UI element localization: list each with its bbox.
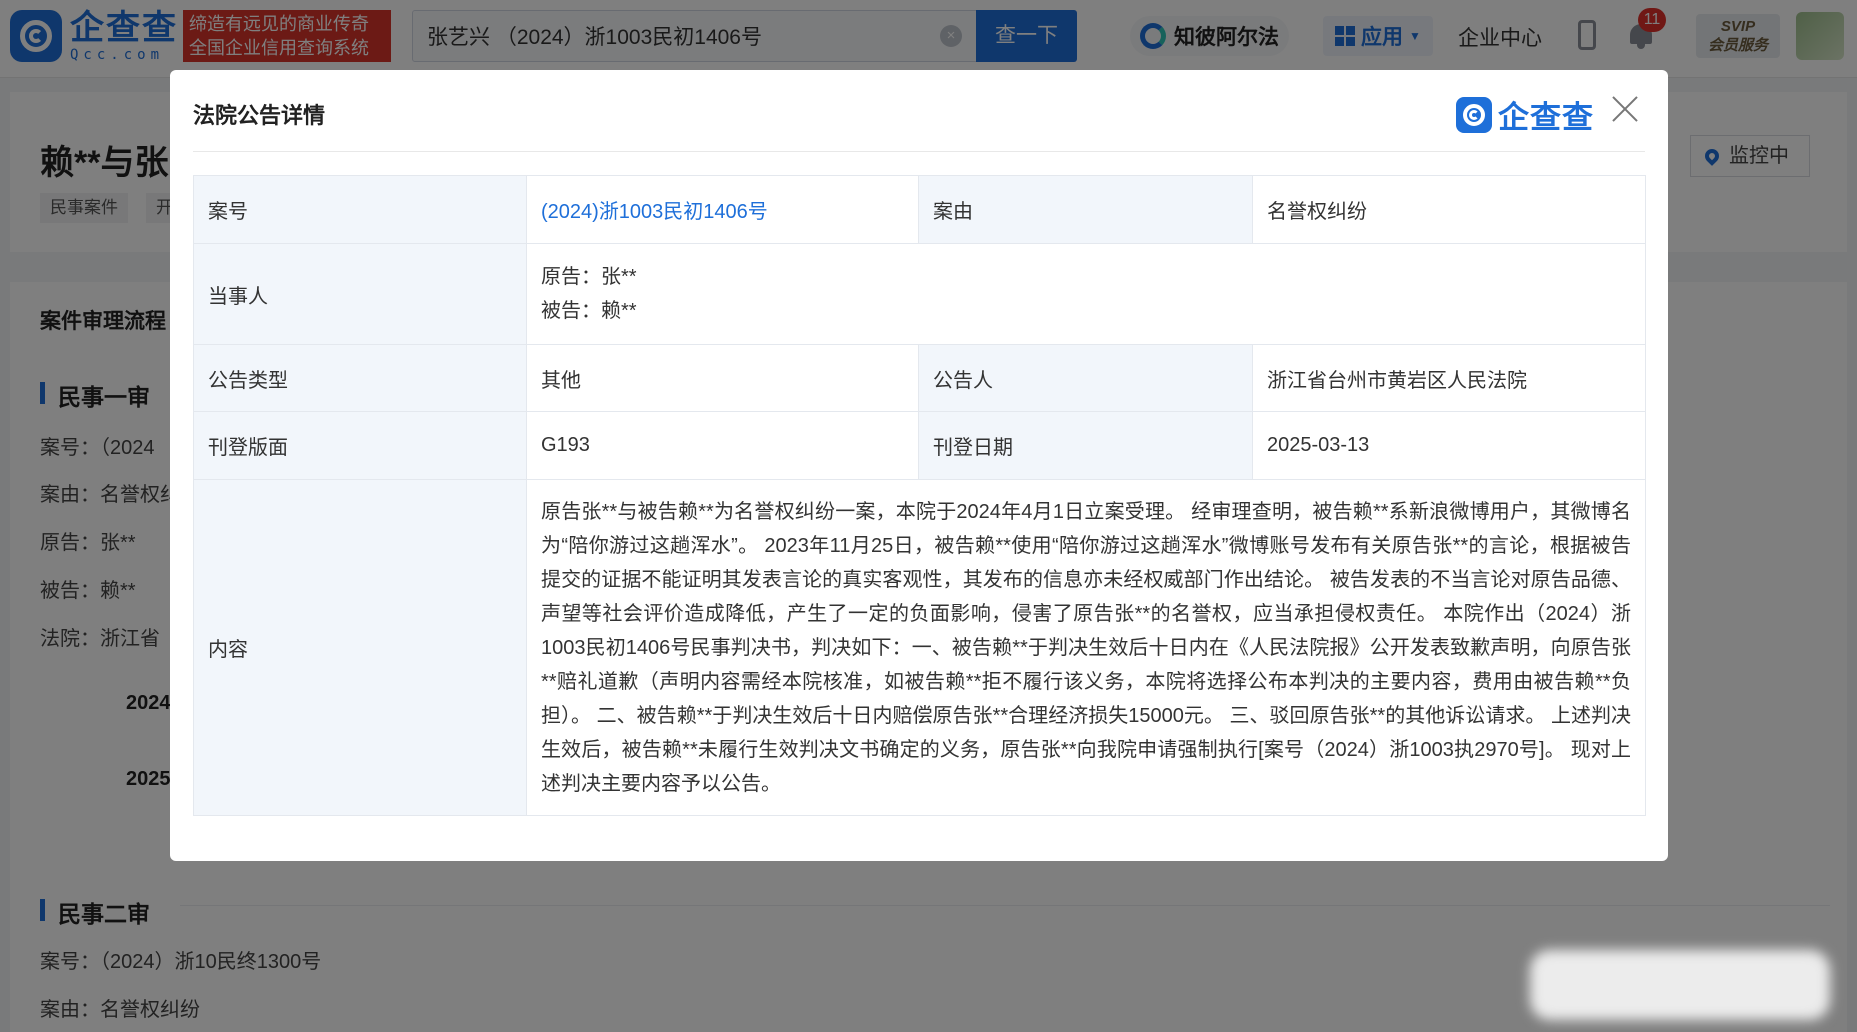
blurred-watermark — [1530, 950, 1830, 1020]
page-label: 刊登版面 — [193, 411, 527, 480]
table-row: 刊登版面 G193 刊登日期 2025-03-13 — [193, 411, 1646, 480]
plaintiff-value: 原告：张** — [541, 266, 637, 288]
content-label: 内容 — [193, 479, 527, 816]
case-no-cell: (2024)浙1003民初1406号 — [526, 175, 919, 244]
content-cell: 原告张**与被告赖**为名誉权纠纷一案，本院于2024年4月1日立案受理。 经审… — [526, 479, 1646, 816]
party-label: 当事人 — [193, 243, 527, 345]
table-row: 当事人 原告：张** 被告：赖** — [193, 243, 1646, 345]
table-row: 公告类型 其他 公告人 浙江省台州市黄岩区人民法院 — [193, 344, 1646, 412]
announcer-value: 浙江省台州市黄岩区人民法院 — [1252, 344, 1646, 412]
close-icon[interactable] — [1610, 94, 1640, 124]
content-value: 原告张**与被告赖**为名誉权纠纷一案，本院于2024年4月1日立案受理。 经审… — [541, 500, 1631, 795]
type-value: 其他 — [526, 344, 919, 412]
modal-title: 法院公告详情 — [193, 103, 326, 128]
modal-logo: 企查查 — [1456, 92, 1594, 137]
type-label: 公告类型 — [193, 344, 527, 412]
notice-detail-table: 案号 (2024)浙1003民初1406号 案由 名誉权纠纷 当事人 原告：张*… — [193, 175, 1646, 816]
cause-label: 案由 — [918, 175, 1253, 244]
defendant-value: 被告：赖** — [541, 300, 637, 322]
table-row: 案号 (2024)浙1003民初1406号 案由 名誉权纠纷 — [193, 175, 1646, 244]
date-label: 刊登日期 — [918, 411, 1253, 480]
announcer-label: 公告人 — [918, 344, 1253, 412]
qcc-logo-icon — [1456, 96, 1492, 133]
modal-logo-text: 企查查 — [1498, 100, 1594, 135]
divider — [193, 151, 1645, 152]
date-value: 2025-03-13 — [1252, 411, 1646, 480]
party-cell: 原告：张** 被告：赖** — [526, 243, 1646, 345]
case-no-label: 案号 — [193, 175, 527, 244]
court-notice-modal: 法院公告详情 企查查 案号 (2024)浙1003民初1406号 案由 名誉权纠… — [170, 70, 1668, 861]
case-no-link[interactable]: (2024)浙1003民初1406号 — [541, 201, 768, 223]
table-row: 内容 原告张**与被告赖**为名誉权纠纷一案，本院于2024年4月1日立案受理。… — [193, 479, 1646, 816]
cause-value: 名誉权纠纷 — [1252, 175, 1646, 244]
page-value: G193 — [526, 411, 919, 480]
